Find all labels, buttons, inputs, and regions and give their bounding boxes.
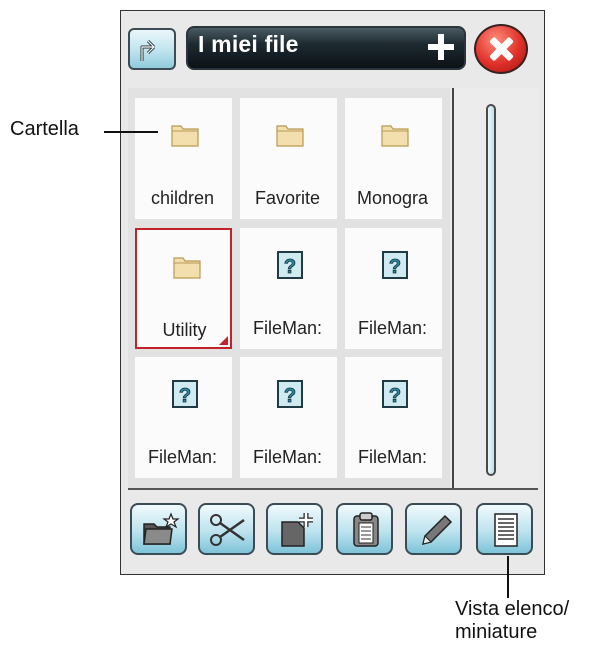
view-callout-line2: miniature bbox=[455, 621, 538, 643]
scrollbar[interactable] bbox=[486, 104, 496, 476]
folder-icon bbox=[380, 120, 410, 150]
unknown-file-icon: ? bbox=[275, 379, 305, 409]
file-tile[interactable]: ? FileMan: bbox=[240, 228, 337, 349]
svg-text:?: ? bbox=[389, 385, 401, 407]
file-tile[interactable]: ? FileMan: bbox=[345, 357, 442, 478]
folder-icon bbox=[170, 120, 200, 150]
file-tile[interactable]: ? FileMan: bbox=[240, 357, 337, 478]
file-name: FileMan: bbox=[252, 318, 323, 338]
unknown-file-icon: ? bbox=[170, 379, 200, 409]
file-tile[interactable]: children bbox=[135, 98, 232, 219]
file-name: FileMan: bbox=[147, 447, 218, 467]
rename-button[interactable] bbox=[405, 503, 462, 555]
file-tile[interactable]: ? FileMan: bbox=[345, 228, 442, 349]
view-callout-line bbox=[507, 556, 509, 598]
close-button[interactable] bbox=[474, 24, 528, 74]
svg-text:?: ? bbox=[284, 385, 296, 407]
paste-button[interactable] bbox=[336, 503, 393, 555]
new-file-icon bbox=[281, 513, 313, 547]
svg-text:?: ? bbox=[389, 256, 401, 278]
unknown-file-icon: ? bbox=[380, 379, 410, 409]
folder-icon bbox=[275, 120, 305, 150]
list-view-button[interactable] bbox=[476, 503, 533, 555]
file-name: FileMan: bbox=[357, 447, 428, 467]
file-tile[interactable]: ? FileMan: bbox=[135, 357, 232, 478]
view-callout-line1: Vista elenco/ bbox=[455, 598, 570, 620]
current-folder-label: I miei file bbox=[198, 31, 299, 57]
divider bbox=[128, 488, 538, 490]
file-tile[interactable]: Utility bbox=[135, 228, 232, 349]
cut-button[interactable] bbox=[198, 503, 255, 555]
pencil-icon bbox=[421, 514, 453, 546]
folder-up-button[interactable] bbox=[128, 28, 176, 70]
svg-text:?: ? bbox=[284, 256, 296, 278]
unknown-file-icon: ? bbox=[380, 250, 410, 280]
folder-callout: Cartella bbox=[10, 118, 79, 140]
folder-icon bbox=[172, 252, 202, 282]
selection-corner-icon bbox=[219, 336, 228, 345]
file-tile[interactable]: Favorite bbox=[240, 98, 337, 219]
file-name: FileMan: bbox=[252, 447, 323, 467]
file-name: Utility bbox=[162, 320, 207, 340]
file-name: Favorite bbox=[254, 188, 321, 208]
file-name: children bbox=[150, 188, 215, 208]
new-file-button[interactable] bbox=[266, 503, 323, 555]
file-name: Monogra bbox=[356, 188, 429, 208]
paste-icon bbox=[353, 512, 379, 547]
file-tile[interactable]: Monogra bbox=[345, 98, 442, 219]
scissors-icon bbox=[210, 514, 245, 546]
list-view-icon bbox=[494, 513, 518, 547]
folder-callout-line bbox=[104, 131, 158, 133]
new-folder-icon bbox=[143, 512, 180, 545]
svg-text:?: ? bbox=[179, 385, 191, 407]
plus-icon[interactable] bbox=[426, 32, 456, 62]
folder-up-icon bbox=[140, 39, 156, 61]
new-folder-button[interactable] bbox=[130, 503, 187, 555]
file-name: FileMan: bbox=[357, 318, 428, 338]
unknown-file-icon: ? bbox=[275, 250, 305, 280]
